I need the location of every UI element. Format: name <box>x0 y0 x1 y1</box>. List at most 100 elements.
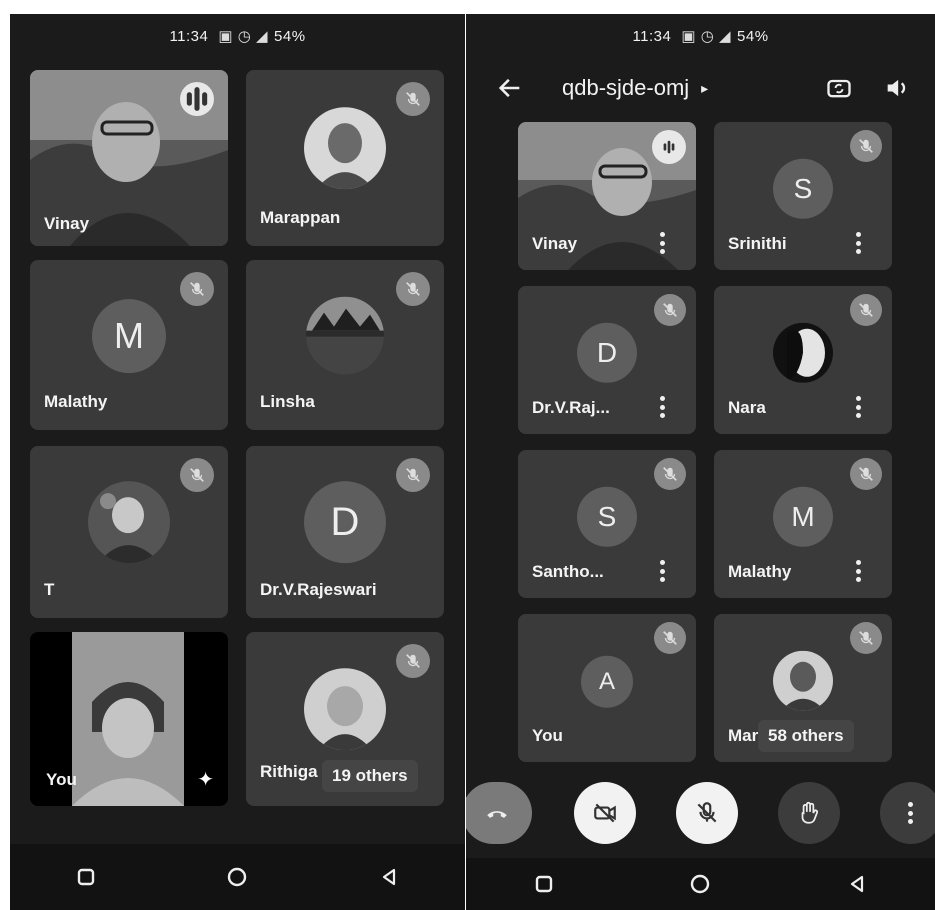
participant-tile[interactable]: S Santho... <box>518 450 696 598</box>
raise-hand-icon <box>801 801 819 824</box>
more-vert-icon[interactable] <box>856 560 862 582</box>
mic-off-icon <box>850 458 882 490</box>
end-call-button[interactable] <box>466 782 532 844</box>
mic-off-icon <box>180 458 214 492</box>
participant-tile[interactable]: S Srinithi <box>714 122 892 270</box>
status-bar: 11:34 ▣ ◷ ◢ 54% <box>10 14 465 58</box>
switch-camera-icon[interactable] <box>825 74 853 102</box>
more-vert-icon <box>908 802 914 824</box>
status-icons: ▣ ◷ ◢ <box>218 28 269 45</box>
participant-avatar <box>773 322 833 383</box>
participant-name: Santho... <box>532 562 604 581</box>
participant-initial: M <box>92 299 166 374</box>
mic-off-icon <box>654 458 686 490</box>
participant-tile[interactable]: A You <box>518 614 696 762</box>
more-vert-icon[interactable] <box>660 560 666 582</box>
participant-avatar <box>304 668 386 751</box>
audio-level-icon <box>652 130 686 164</box>
participant-name: Dr.V.Rajeswari <box>260 580 377 599</box>
meeting-code[interactable]: qdb-sjde-omj <box>562 75 689 101</box>
participant-tile[interactable]: Marappan <box>246 70 444 246</box>
more-vert-icon[interactable] <box>660 396 666 418</box>
more-options-button[interactable] <box>880 782 935 844</box>
audio-level-icon <box>180 82 214 116</box>
camera-toggle-button[interactable] <box>574 782 636 844</box>
status-time: 11:34 <box>632 27 672 45</box>
speaker-icon[interactable] <box>883 74 911 102</box>
status-battery: 54% <box>737 27 769 45</box>
mic-off-icon <box>396 272 430 306</box>
call-controls <box>466 782 935 852</box>
meeting-top-bar: qdb-sjde-omj ▸ <box>466 58 935 118</box>
participant-tile[interactable]: M Malathy <box>30 260 228 430</box>
participant-name: Marappan <box>260 208 341 227</box>
participant-tile[interactable]: Nara <box>714 286 892 434</box>
back-nav-icon[interactable] <box>369 857 409 897</box>
participant-initial: S <box>773 158 833 219</box>
sparkle-icon[interactable]: ✦ <box>197 767 214 792</box>
participant-name: Rithiga <box>260 762 318 781</box>
more-vert-icon[interactable] <box>856 396 862 418</box>
self-video <box>72 632 184 806</box>
more-vert-icon[interactable] <box>856 232 862 254</box>
participant-name: T <box>44 580 55 599</box>
participant-name: Vinay <box>532 234 578 253</box>
participant-tile[interactable]: Mar 58 others <box>714 614 892 762</box>
participant-name: Linsha <box>260 392 315 411</box>
android-nav-bar <box>466 858 935 910</box>
status-icons: ▣ ◷ ◢ <box>681 28 732 45</box>
status-bar: 11:34 ▣ ◷ ◢ 54% <box>466 14 935 58</box>
participant-tile[interactable]: Linsha <box>246 260 444 430</box>
mic-off-icon <box>654 622 686 654</box>
camera-off-icon <box>594 803 616 823</box>
left-phone-screen: 11:34 ▣ ◷ ◢ 54% Vinay Marappan M Malathy… <box>10 14 465 910</box>
participant-avatar <box>306 296 384 375</box>
android-nav-bar <box>10 844 465 910</box>
more-vert-icon[interactable] <box>660 232 666 254</box>
self-view-tile[interactable]: You ✦ <box>30 632 228 806</box>
mic-off-icon <box>180 272 214 306</box>
participant-name: Nara <box>728 398 766 417</box>
participant-initial: A <box>581 655 633 708</box>
participant-tile[interactable]: D Dr.V.Rajeswari <box>246 446 444 618</box>
participant-initial: D <box>577 322 637 383</box>
back-nav-icon[interactable] <box>837 864 877 904</box>
participant-tile[interactable]: T <box>30 446 228 618</box>
chevron-right-icon[interactable]: ▸ <box>701 80 708 97</box>
home-icon[interactable] <box>217 857 257 897</box>
arrow-left-icon[interactable] <box>496 74 524 102</box>
participant-name: Vinay <box>44 214 90 233</box>
mic-off-icon <box>396 458 430 492</box>
participant-name: You <box>532 726 563 745</box>
participant-initial: M <box>773 486 833 547</box>
participant-tile[interactable]: Vinay <box>518 122 696 270</box>
participant-initial: D <box>304 481 386 564</box>
recents-icon[interactable] <box>524 864 564 904</box>
mic-off-icon <box>850 622 882 654</box>
others-count[interactable]: 58 others <box>758 720 854 752</box>
participant-initial: S <box>577 486 637 547</box>
mic-off-icon <box>850 130 882 162</box>
recents-icon[interactable] <box>66 857 106 897</box>
mic-off-icon <box>396 82 430 116</box>
participant-avatar <box>88 481 170 564</box>
participant-tile[interactable]: Rithiga 19 others <box>246 632 444 806</box>
participant-tile[interactable]: M Malathy <box>714 450 892 598</box>
participant-name: Dr.V.Raj... <box>532 398 610 417</box>
participant-name: Mar <box>728 726 759 745</box>
mic-off-icon <box>850 294 882 326</box>
participant-tile[interactable]: D Dr.V.Raj... <box>518 286 696 434</box>
raise-hand-button[interactable] <box>778 782 840 844</box>
participant-avatar <box>304 107 386 190</box>
participant-tile[interactable]: Vinay <box>30 70 228 246</box>
mic-toggle-button[interactable] <box>676 782 738 844</box>
mic-off-icon <box>697 802 717 823</box>
others-count[interactable]: 19 others <box>322 760 418 792</box>
participant-name: Malathy <box>44 392 108 411</box>
participant-name: Srinithi <box>728 234 787 253</box>
status-time: 11:34 <box>169 27 209 45</box>
participant-name: You <box>46 770 77 789</box>
home-icon[interactable] <box>680 864 720 904</box>
end-call-icon <box>487 811 507 818</box>
right-phone-screen: 11:34 ▣ ◷ ◢ 54% qdb-sjde-omj ▸ Vinay S S… <box>466 14 935 910</box>
